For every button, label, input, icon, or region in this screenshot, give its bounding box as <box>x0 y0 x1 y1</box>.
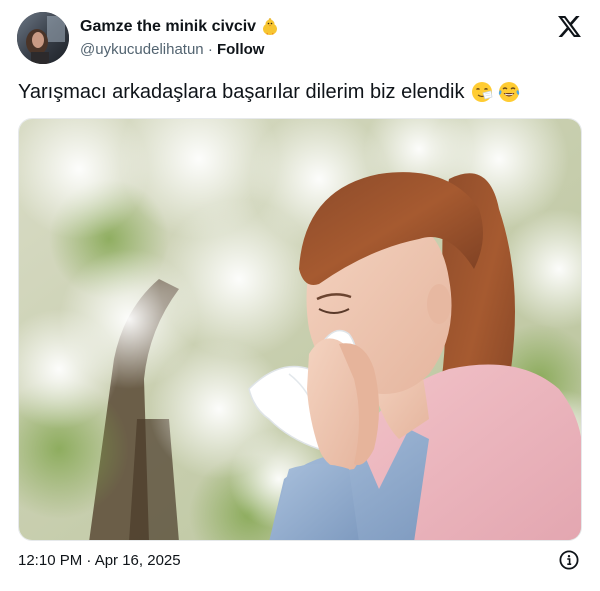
author-handle-row: @uykucudelihatun · Follow <box>80 41 264 59</box>
avatar[interactable] <box>17 12 69 64</box>
info-icon[interactable] <box>559 550 579 570</box>
tweet-timestamp[interactable]: 12:10 PM · Apr 16, 2025 <box>18 551 181 571</box>
author-name-row: Gamze the minik civciv <box>80 17 279 37</box>
tweet-photo[interactable] <box>18 118 582 541</box>
chick-emoji <box>261 18 279 36</box>
tweet-text-body: Yarışmacı arkadaşlara başarılar dilerim … <box>18 81 465 103</box>
tweet-card: Gamze the minik civciv @uykucudelihatun … <box>0 0 600 591</box>
author-handle[interactable]: @uykucudelihatun <box>80 41 204 58</box>
x-logo-icon[interactable] <box>558 16 581 37</box>
author-display-name[interactable]: Gamze the minik civciv <box>80 17 256 37</box>
tweet-text: Yarışmacı arkadaşlara başarılar dilerim … <box>18 80 520 104</box>
face-with-tears-of-joy-emoji <box>498 81 520 103</box>
follow-button[interactable]: Follow <box>217 41 265 58</box>
separator-dot: · <box>207 41 217 58</box>
sneezing-face-emoji <box>471 81 493 103</box>
